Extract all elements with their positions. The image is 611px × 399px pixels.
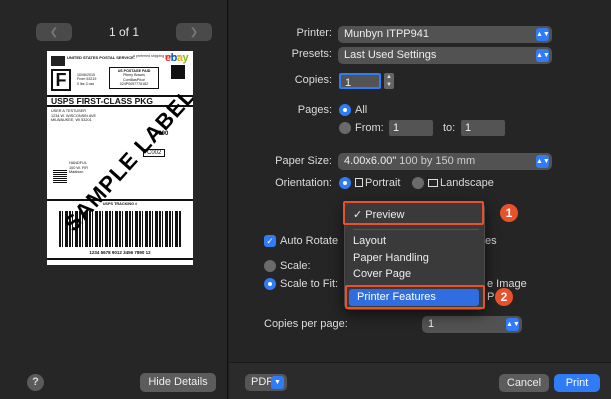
printer-label: Printer: [296,27,332,39]
auto-rotate-checkbox[interactable]: ✓ [264,235,276,247]
mini-barcode [53,169,67,183]
previous-page-button[interactable]: ❮ [36,23,72,41]
pages-all-label: All [355,104,368,116]
tracking-label: USPS TRACKING # [47,199,193,207]
scale-to-fit-radio[interactable] [264,278,276,290]
pages-to-field[interactable]: 1 [461,120,505,136]
pages-to-label: to: [443,122,456,134]
chevron-down-icon: ▼ [271,376,284,389]
hide-details-button[interactable]: Hide Details [140,373,216,392]
chevron-updown-icon: ▲▼ [536,155,550,168]
chevron-updown-icon: ▲▼ [506,318,520,331]
label-preview: UNITED STATES POSTAL SERVICE. a preferre… [47,51,193,265]
service-letter: F [51,69,71,91]
printer-select[interactable]: Munbyn ITPP941 ▲▼ [338,26,552,43]
portrait-icon [355,178,363,187]
presets-label: Presets: [291,48,332,60]
pdf-menu-button[interactable]: PDF ▼ [245,374,287,391]
page-indicator: 1 of 1 [108,25,140,39]
menu-divider [353,229,479,230]
landscape-icon [428,179,438,187]
next-page-button[interactable]: ❯ [176,23,212,41]
pages-label: Pages: [297,104,332,116]
carrier-text: UNITED STATES POSTAL SERVICE. [67,55,135,60]
landscape-option: Landscape [426,177,494,189]
cancel-button[interactable]: Cancel [499,374,549,392]
copies-stepper[interactable]: ▲ ▼ [384,73,394,89]
label-date-block: 10/06/2015 From 53219 0 lbs 3 ozs [77,73,97,86]
callout-badge-1: 1 [500,204,518,222]
paper-size-select[interactable]: 4.00x6.00" 100 by 150 mm ▲▼ [338,153,552,170]
partial-label-es: es [485,235,497,247]
orientation-label: Orientation: [275,177,332,189]
recipient-address: HANDFUL 100 W. FIR Madison [69,161,88,175]
copies-field[interactable]: 1 [339,73,381,89]
callout-box-preview [343,201,484,225]
copies-per-page-label: Copies per page: [264,318,348,330]
qr-block [171,65,185,79]
pages-from-label: From: [355,122,384,134]
menu-item-cover-page[interactable]: Cover Page [345,266,486,283]
portrait-radio[interactable] [339,177,351,189]
menu-item-paper-handling[interactable]: Paper Handling [345,250,486,267]
callout-box-printer-features [345,285,485,309]
postage-paid-box: US POSTAGE PAID Pitney Bowes ComBasPrice… [109,67,159,89]
ebay-logo: ebay [165,52,189,64]
preview-sidebar: ❮ 1 of 1 ❯ UNITED STATES POSTAL SERVICE.… [0,0,228,399]
menu-item-layout[interactable]: Layout [345,233,486,250]
chevron-left-icon: ❮ [49,26,59,38]
copies-label: Copies: [294,74,332,86]
landscape-radio[interactable] [412,177,424,189]
usps-logo [51,56,65,66]
chevron-right-icon: ❯ [189,26,199,38]
partial-label-p: P [487,291,495,303]
page-navigator: ❮ 1 of 1 ❯ [36,23,212,41]
chevron-updown-icon: ▲▼ [536,28,550,41]
callout-badge-2: 2 [495,288,513,306]
sender-address: USER A TESTUSER 1234 W. WISCONSIN AVE MI… [51,109,97,123]
print-button[interactable]: Print [554,374,600,392]
scale-to-fit-label: Scale to Fit: [280,278,339,290]
tracking-number: 1234 5678 9012 3456 7890 12 [47,250,193,260]
scale-radio[interactable] [264,260,276,272]
pages-all-radio[interactable] [339,104,351,116]
help-button[interactable]: ? [27,374,44,391]
pages-range-radio[interactable] [339,122,351,134]
paper-size-label: Paper Size: [275,155,332,167]
print-settings-panel: Printer: Munbyn ITPP941 ▲▼ Presets: Last… [229,0,611,399]
copies-per-page-select[interactable]: 1 ▲▼ [422,316,522,333]
chevron-updown-icon: ▲▼ [536,49,550,62]
auto-rotate-label: Auto Rotate [280,235,339,247]
pages-from-field[interactable]: 1 [389,120,433,136]
portrait-option: Portrait [353,177,400,189]
bottom-toolbar: PDF ▼ Cancel Print [229,362,611,399]
presets-select[interactable]: Last Used Settings ▲▼ [338,47,552,64]
scale-label: Scale: [280,260,311,272]
